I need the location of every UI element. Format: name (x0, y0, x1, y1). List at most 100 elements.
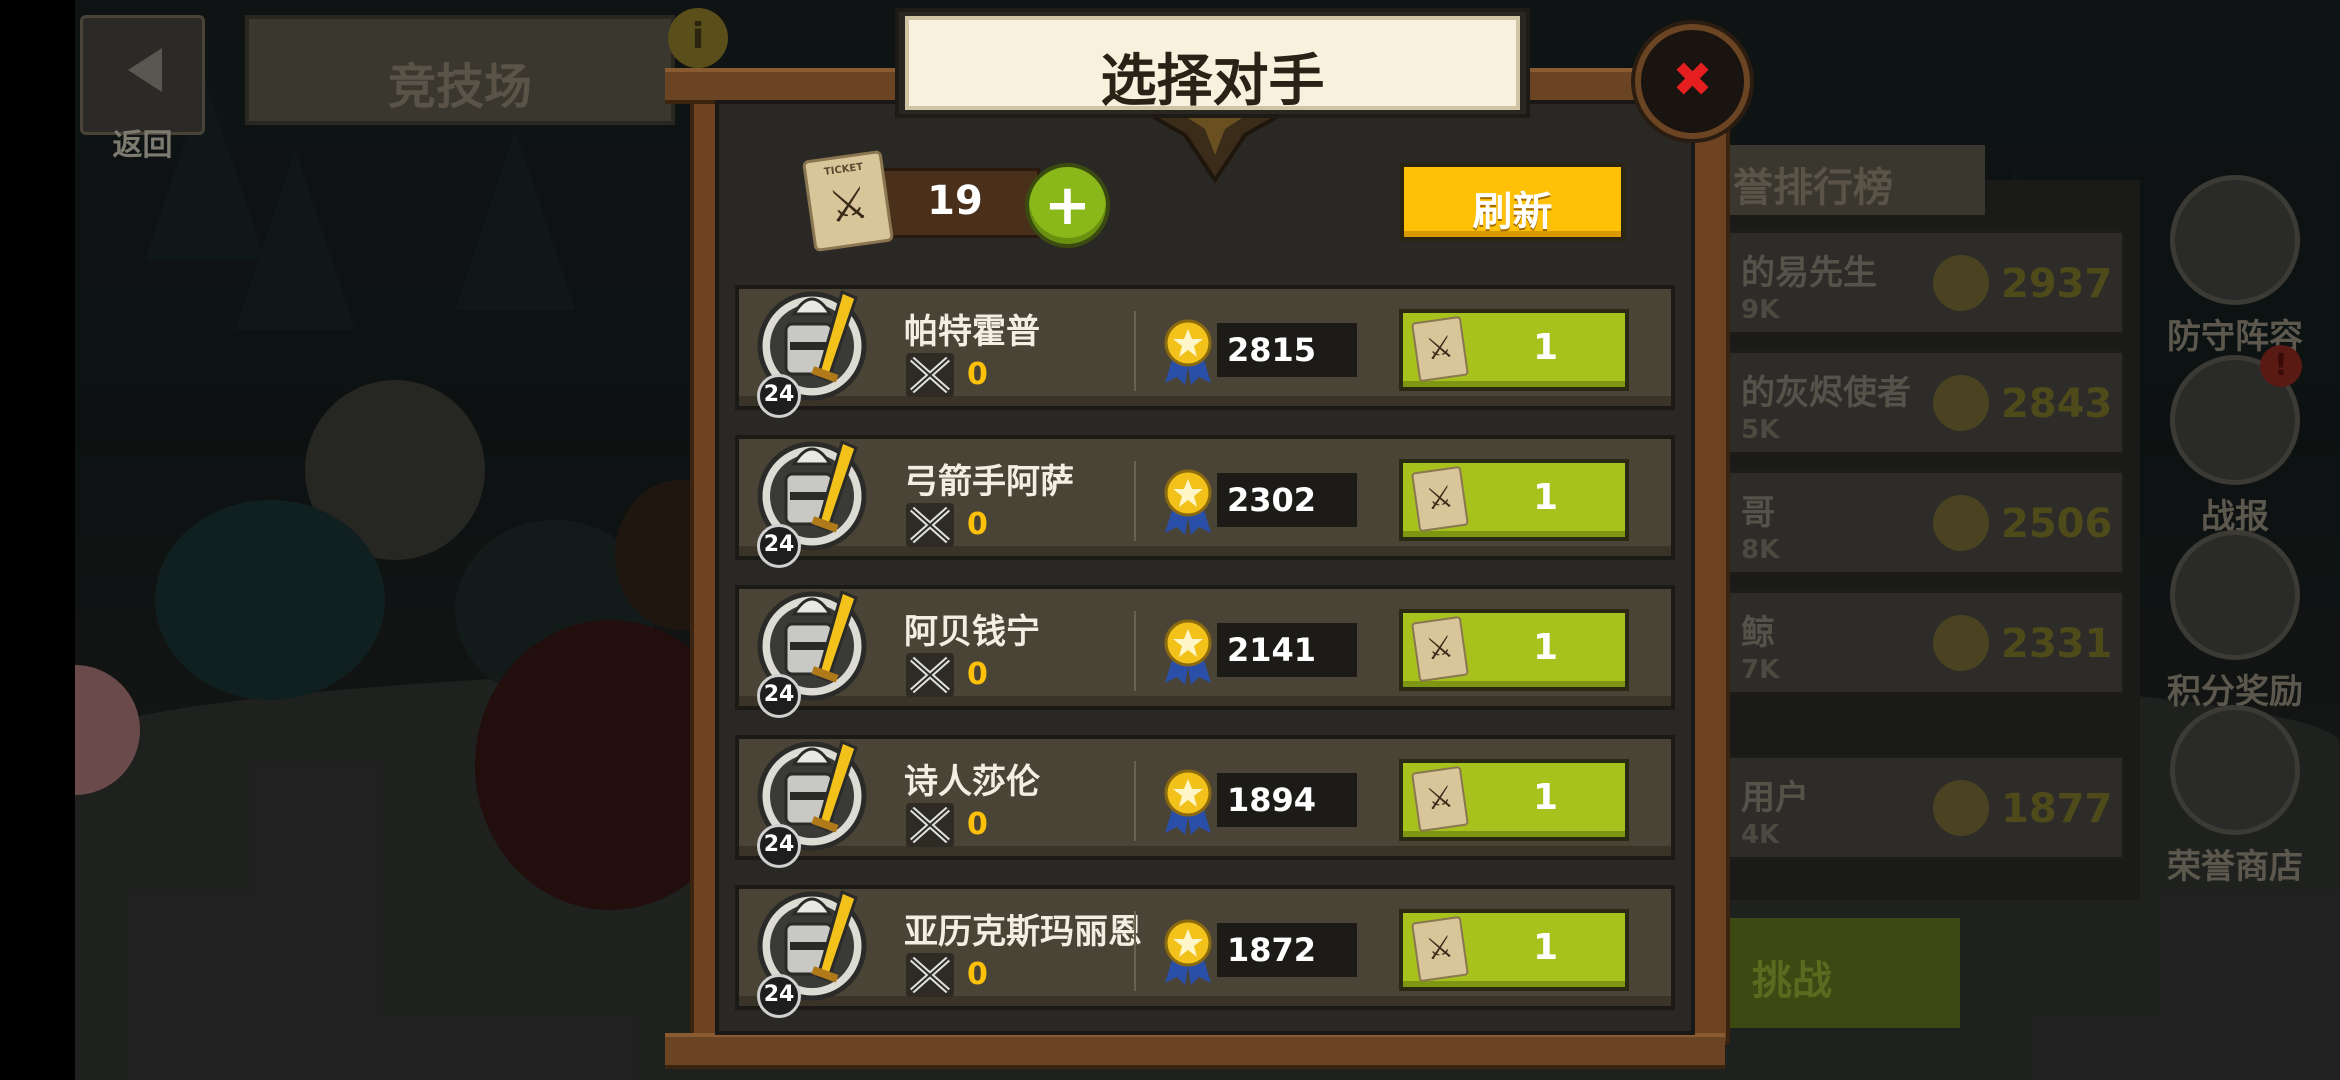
dialog-title-banner: 选择对手 (905, 16, 1520, 114)
ticket-icon: ⚔ (1411, 465, 1469, 533)
challenge-opponent-button[interactable]: ⚔ 1 (1399, 759, 1629, 841)
level-value: 24 (763, 832, 795, 857)
back-arrow-icon (128, 48, 162, 92)
challenge-opponent-button[interactable]: ⚔ 1 (1399, 609, 1629, 691)
dialog-title: 选择对手 (1100, 49, 1325, 114)
opponent-score: 2815 (1227, 331, 1317, 369)
leaderboard-score: 1877 (2001, 786, 2113, 832)
ticket-icon: TICKET ⚔ (801, 149, 895, 253)
close-icon: ✖ (1672, 52, 1713, 108)
honor-shop-button[interactable]: 荣誉商店 (2150, 705, 2320, 888)
leaderboard-row[interactable]: 的灰烬使者 5K 2843 (1720, 350, 2125, 455)
row-divider (1134, 911, 1136, 991)
level-value: 24 (763, 532, 795, 557)
opponent-name: 亚历克斯玛丽恩 (904, 912, 1142, 952)
crossed-swords-icon (906, 353, 954, 397)
arena-title-banner: 竞技场 (245, 15, 675, 125)
defense-lineup-button[interactable]: 防守阵容 (2150, 175, 2320, 358)
medal-icon (1164, 319, 1212, 385)
gem-icon (2170, 705, 2300, 835)
crossed-swords-icon: ⚔ (1424, 629, 1456, 668)
challenge-label: 挑战 (1752, 958, 1832, 1004)
opponent-name: 弓箭手阿萨 (904, 462, 1074, 502)
leaderboard-name: 的易先生 (1741, 253, 1877, 293)
ticket-count: 19 (927, 178, 983, 224)
medal-icon (1933, 615, 1989, 671)
alert-badge-icon: ! (2260, 345, 2302, 387)
leaderboard-title: 誉排行榜 (1733, 165, 1893, 211)
challenge-opponent-button[interactable]: ⚔ 1 (1399, 459, 1629, 541)
row-divider (1134, 461, 1136, 541)
alert-glyph: ! (2274, 348, 2288, 383)
level-value: 24 (763, 382, 795, 407)
opponent-name: 阿贝钱宁 (904, 612, 1040, 652)
ticket-cost: 1 (1533, 327, 1559, 368)
crossed-swords-icon: ⚔ (1424, 329, 1456, 368)
crossed-swords-icon (906, 803, 954, 847)
leaderboard-power: 9K (1741, 295, 1780, 325)
arena-title: 竞技场 (387, 59, 532, 115)
crossed-swords-icon: ⚔ (825, 177, 872, 234)
medal-icon (1933, 375, 1989, 431)
leaderboard-score: 2937 (2001, 261, 2113, 307)
ticket-cost: 1 (1533, 627, 1559, 668)
leaderboard-title-banner: 誉排行榜 (1715, 145, 1985, 215)
level-value: 24 (763, 982, 795, 1007)
leaderboard-row-self[interactable]: 用户 4K 1877 (1720, 755, 2125, 860)
info-icon[interactable]: i (668, 8, 728, 68)
medal-icon (1164, 919, 1212, 985)
opponent-name: 帕特霍普 (904, 312, 1040, 352)
leaderboard-score: 2331 (2001, 621, 2113, 667)
crossed-swords-icon (906, 953, 954, 997)
points-reward-button[interactable]: 积分奖励 (2150, 530, 2320, 713)
leaderboard-row[interactable]: 的易先生 9K 2937 (1720, 230, 2125, 335)
crossed-swords-icon: ⚔ (1424, 929, 1456, 968)
close-button[interactable]: ✖ (1635, 24, 1750, 139)
opponent-wins: 0 (967, 657, 988, 692)
leaderboard-name: 的灰烬使者 (1741, 373, 1911, 413)
refresh-label: 刷新 (1472, 189, 1553, 235)
medal-icon (1164, 469, 1212, 535)
opponent-wins: 0 (967, 357, 988, 392)
level-badge: 24 (757, 824, 801, 868)
back-button[interactable]: 返回 (80, 15, 205, 163)
score-box: 2302 (1217, 473, 1357, 527)
score-box: 1872 (1217, 923, 1357, 977)
opponent-row: 24 阿贝钱宁 0 2141 ⚔ 1 (735, 585, 1675, 718)
leaderboard-name: 哥 (1741, 493, 1775, 533)
ticket-icon: ⚔ (1411, 315, 1469, 383)
add-ticket-button[interactable]: + (1025, 163, 1110, 248)
ticket-cost: 1 (1533, 777, 1559, 818)
score-box: 2141 (1217, 623, 1357, 677)
row-shadow (739, 996, 1671, 1006)
opponent-row: 24 帕特霍普 0 2815 ⚔ 1 (735, 285, 1675, 418)
side-button-label: 荣誉商店 (2167, 847, 2303, 887)
level-badge: 24 (757, 374, 801, 418)
wood-rail-bottom (665, 1033, 1725, 1069)
challenge-button[interactable]: 挑战 (1720, 918, 1960, 1028)
ticket-icon: ⚔ (1411, 915, 1469, 983)
crossed-swords-icon: ⚔ (1424, 779, 1456, 818)
opponent-name: 诗人莎伦 (904, 762, 1040, 802)
medal-icon (1933, 780, 1989, 836)
info-glyph: i (691, 16, 705, 57)
opponent-wins: 0 (967, 957, 988, 992)
star-medal-icon (2170, 530, 2300, 660)
leaderboard-row[interactable]: 鲸 7K 2331 (1720, 590, 2125, 695)
leaderboard-score: 2843 (2001, 381, 2113, 427)
row-shadow (739, 546, 1671, 556)
level-badge: 24 (757, 974, 801, 1018)
challenge-opponent-button[interactable]: ⚔ 1 (1399, 909, 1629, 991)
opponent-row: 24 亚历克斯玛丽恩 0 1872 ⚔ 1 (735, 885, 1675, 1018)
row-divider (1134, 761, 1136, 841)
plus-icon: + (1044, 173, 1091, 238)
challenge-opponent-button[interactable]: ⚔ 1 (1399, 309, 1629, 391)
opponent-score: 2302 (1227, 481, 1317, 519)
opponent-row: 24 弓箭手阿萨 0 2302 ⚔ 1 (735, 435, 1675, 568)
opponent-score: 1894 (1227, 781, 1317, 819)
medal-icon (1933, 255, 1989, 311)
leaderboard-name: 用户 (1741, 778, 1809, 818)
refresh-button[interactable]: 刷新 (1400, 163, 1625, 241)
leaderboard-row[interactable]: 哥 8K 2506 (1720, 470, 2125, 575)
score-box: 2815 (1217, 323, 1357, 377)
